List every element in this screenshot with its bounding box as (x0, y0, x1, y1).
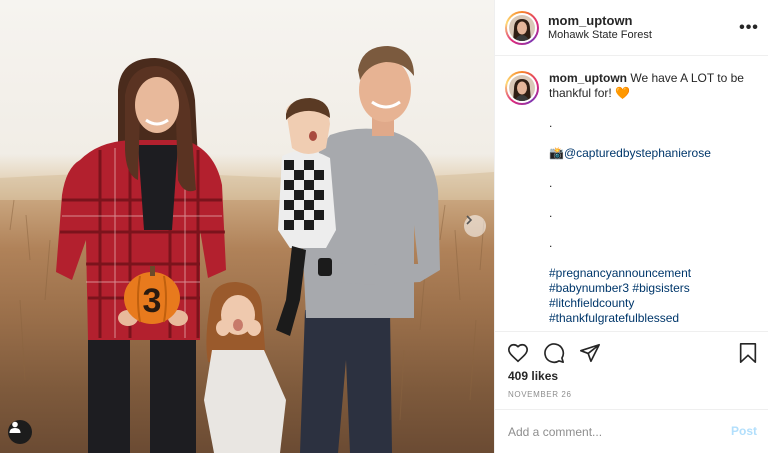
post-date[interactable]: NOVEMBER 26 (508, 390, 572, 399)
avatar-image (509, 75, 535, 101)
bookmark-icon[interactable] (737, 342, 759, 364)
user-tag-icon (9, 421, 21, 433)
chevron-right-icon (466, 215, 473, 225)
next-photo-button[interactable] (464, 215, 486, 237)
post-username[interactable]: mom_uptown (548, 13, 652, 28)
caption-comment: mom_uptown We have A LOT to be thankful … (505, 71, 761, 326)
more-options-icon[interactable]: ••• (739, 18, 759, 38)
camera-emoji: 📸 (549, 146, 564, 160)
caption-credit-line: 📸@capturedbystephanierose (549, 146, 761, 161)
caption-text: mom_uptown We have A LOT to be thankful … (549, 71, 761, 326)
post-header: mom_uptown Mohawk State Forest ••• (495, 0, 768, 56)
pumpkin-number: 3 (143, 282, 162, 320)
hashtag-link[interactable]: #babynumber3 #bigsisters (549, 281, 761, 296)
profile-avatar[interactable] (505, 10, 539, 45)
avatar-inner (507, 12, 537, 43)
caption-dot: . (549, 206, 553, 220)
post-details-panel: mom_uptown Mohawk State Forest ••• mom_u… (494, 0, 768, 453)
hashtag-link[interactable]: #thankfulgratefulblessed (549, 311, 761, 326)
caption-section: mom_uptown We have A LOT to be thankful … (495, 57, 768, 331)
post-location[interactable]: Mohawk State Forest (548, 28, 652, 43)
hashtag-link[interactable]: #litchfieldcounty (549, 296, 761, 311)
comment-input[interactable] (508, 424, 708, 439)
comment-icon[interactable] (543, 342, 565, 364)
add-comment-section: Post (495, 409, 768, 453)
post-header-text: mom_uptown Mohawk State Forest (548, 13, 652, 43)
action-icons (507, 342, 601, 364)
caption-avatar[interactable] (505, 71, 539, 105)
caption-first-line: mom_uptown We have A LOT to be thankful … (549, 71, 761, 101)
avatar-inner (507, 73, 537, 103)
caption-username[interactable]: mom_uptown (549, 71, 627, 85)
hashtag-link[interactable]: #pregnancyannouncement (549, 266, 761, 281)
caption-dot: . (549, 116, 553, 130)
paper-plane-icon[interactable] (579, 342, 601, 364)
post-comment-button[interactable]: Post (731, 424, 757, 438)
photographer-mention-link[interactable]: @capturedbystephanierose (564, 146, 711, 160)
caption-dot: . (549, 236, 553, 250)
family-photo-illustration: 3 (0, 46, 494, 453)
orange-heart-emoji: 🧡 (615, 86, 630, 100)
heart-icon[interactable] (507, 342, 529, 364)
user-tag-button[interactable] (8, 420, 32, 444)
caption-dot: . (549, 176, 553, 190)
like-count[interactable]: 409 likes (508, 369, 558, 383)
post-photo[interactable]: 3 (0, 0, 494, 453)
post-actions: 409 likes NOVEMBER 26 (495, 331, 768, 409)
avatar-image (509, 14, 535, 41)
